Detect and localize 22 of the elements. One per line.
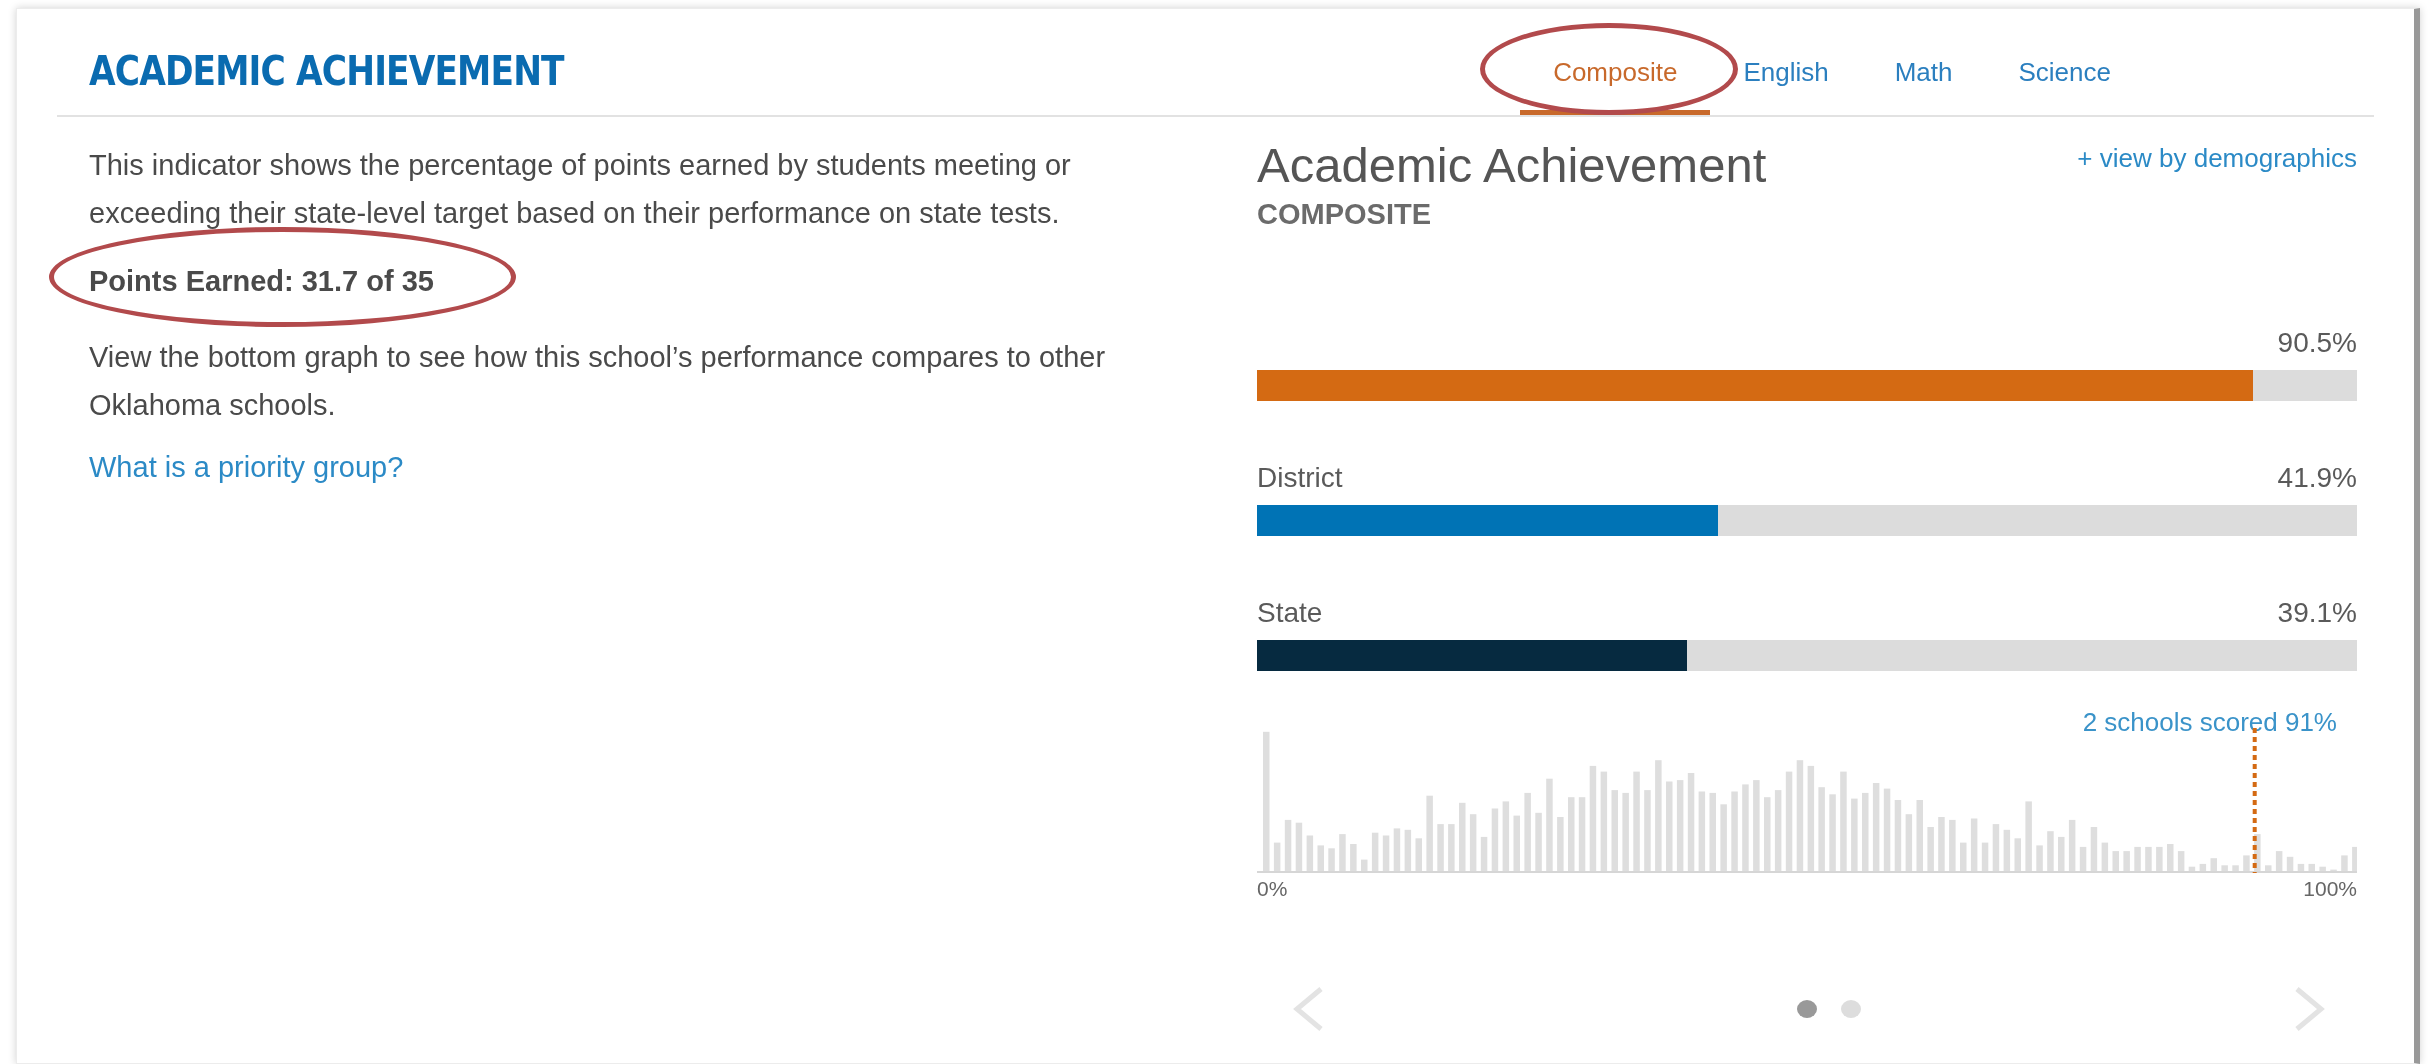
priority-group-link[interactable]: What is a priority group? [89, 451, 404, 483]
description-text: This indicator shows the percentage of points earned by students meeting or exceeding their state-level target based on their performance on state tests. [89, 148, 1072, 231]
tab[interactable]: Composite [1520, 53, 1711, 115]
page-dot[interactable] [1797, 999, 1817, 1018]
score-annotation: 2 schools scored 91% [2081, 706, 2338, 740]
percent-value: 39.1% [2277, 596, 2357, 631]
section-title: ACADEMIC ACHIEVEMENT [89, 47, 564, 96]
panel-title: Academic Achievement [1257, 139, 1767, 193]
bar-label: State [1257, 596, 1323, 631]
view-by-demographics-link[interactable]: + view by demographics [2077, 139, 2357, 178]
tab[interactable]: Math [1861, 53, 1986, 115]
tab[interactable]: Science [1985, 53, 2144, 115]
panel-subtitle: COMPOSITE [1257, 196, 1432, 232]
axis-label: 100% [2303, 876, 2357, 903]
percent-value: 41.9% [2277, 461, 2357, 496]
bar-label: District [1257, 461, 1343, 496]
tab[interactable]: English [1710, 53, 1862, 115]
page-dot[interactable] [1841, 999, 1861, 1018]
note-text: View the bottom graph to see how this school’s performance compares to other Oklahoma schools. [89, 340, 1107, 423]
percent-value: 90.5% [2277, 326, 2357, 361]
points-earned-text: Points Earned: 31.7 of 35 [89, 264, 434, 299]
axis-label: 0% [1257, 876, 1288, 903]
